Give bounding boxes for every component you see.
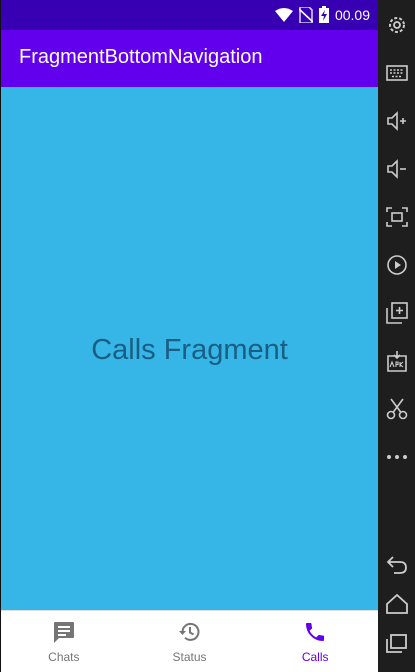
battery-charging-icon <box>318 6 329 23</box>
cut-icon[interactable] <box>384 396 409 421</box>
history-icon <box>178 620 202 648</box>
emulator-toolbar <box>378 0 415 672</box>
keyboard-icon[interactable] <box>384 60 409 85</box>
status-time: 00.09 <box>334 6 370 23</box>
settings-icon[interactable] <box>384 12 409 37</box>
wifi-icon <box>274 7 293 22</box>
back-icon[interactable] <box>384 552 409 577</box>
nav-label-status: Status <box>172 650 207 664</box>
bottom-navigation: Chats Status Calls <box>1 610 378 672</box>
fragment-label: Calls Fragment <box>91 334 288 366</box>
add-window-icon[interactable] <box>384 300 409 325</box>
volume-up-icon[interactable] <box>384 108 409 133</box>
status-bar: 00.09 <box>1 0 378 30</box>
app-bar: FragmentBottomNavigation <box>1 30 378 87</box>
volume-down-icon[interactable] <box>384 156 409 181</box>
screen-record-icon[interactable] <box>384 252 409 277</box>
chat-icon <box>52 620 76 648</box>
app-title: FragmentBottomNavigation <box>19 46 263 68</box>
nav-label-calls: Calls <box>301 650 329 664</box>
install-apk-icon[interactable] <box>384 348 409 373</box>
nav-item-chats[interactable]: Chats <box>1 611 127 672</box>
overview-icon[interactable] <box>384 631 409 656</box>
status-icons: 00.09 <box>274 6 370 23</box>
nav-item-status[interactable]: Status <box>127 611 253 672</box>
more-icon[interactable] <box>384 444 409 469</box>
phone-screen: 00.09 FragmentBottomNavigation Calls Fra… <box>0 0 378 672</box>
screenshot-icon[interactable] <box>384 204 409 229</box>
phone-icon <box>303 620 327 648</box>
nav-item-calls[interactable]: Calls <box>252 611 378 672</box>
fragment-content: Calls Fragment <box>1 87 378 611</box>
nav-label-chats: Chats <box>48 650 80 664</box>
no-sim-icon <box>298 6 313 23</box>
home-icon[interactable] <box>384 591 409 616</box>
